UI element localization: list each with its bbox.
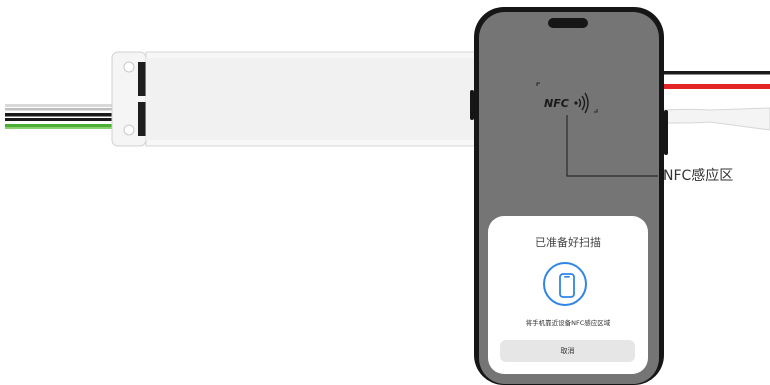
scan-sheet-title: 已准备好扫描 [535, 236, 601, 249]
nfc-area-label: NFC感应区 [663, 168, 734, 184]
product-illustration: NFC [5, 7, 770, 385]
scan-hint: 将手机靠近设备NFC感应区域 [525, 319, 611, 327]
phone-icon [543, 262, 587, 306]
nfc-scan-sheet: 已准备好扫描 将手机靠近设备NFC感应区域 取消 [488, 216, 648, 374]
cancel-button[interactable]: 取消 [500, 340, 635, 362]
left-wires [5, 104, 125, 129]
nfc-chip-label: NFC [544, 97, 569, 110]
